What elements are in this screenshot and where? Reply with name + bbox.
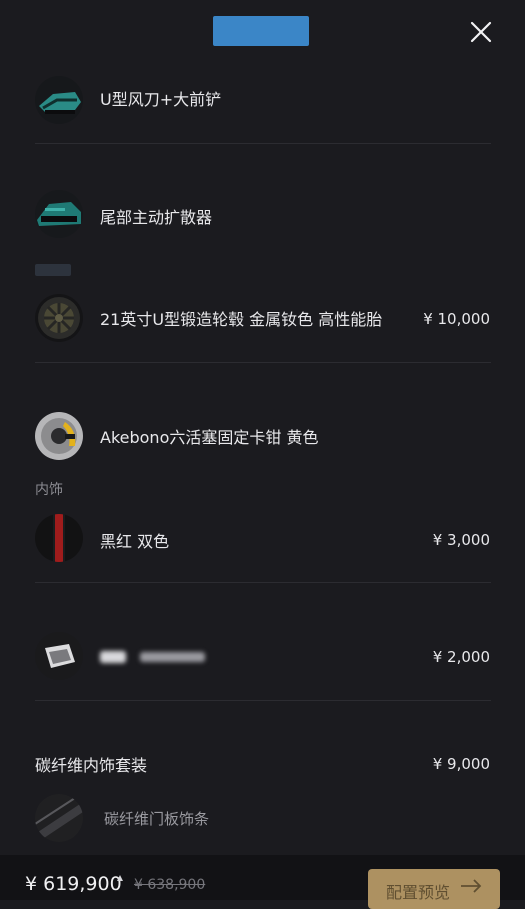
option-row[interactable]: ¥ 2,000 <box>0 626 525 686</box>
caliper-thumbnail <box>35 412 83 460</box>
option-label: 黑红 双色 <box>100 532 170 551</box>
wheel-thumbnail <box>35 294 83 342</box>
option-row[interactable]: 尾部主动扩散器 <box>0 186 525 246</box>
option-label: Akebono六活塞固定卡钳 黄色 <box>100 428 319 447</box>
option-row[interactable]: U型风刀+大前铲 <box>0 70 525 130</box>
thumbnail-fragment <box>35 264 71 276</box>
option-label: 21英寸U型锻造轮毂 金属钕色 高性能胎 <box>100 310 383 329</box>
section-title-interior: 内饰 <box>35 482 63 498</box>
config-preview-label: 配置预览 <box>385 883 450 902</box>
option-label: 尾部主动扩散器 <box>100 208 213 227</box>
divider <box>35 362 491 363</box>
carbon-thumbnail <box>35 794 83 842</box>
option-price: ¥ 10,000 <box>423 310 490 328</box>
option-row[interactable]: 碳纤维内饰套装 ¥ 9,000 <box>0 740 525 800</box>
close-button[interactable] <box>467 18 495 46</box>
interior-color-thumbnail <box>35 514 83 562</box>
bottom-bar: ¥ 619,900 ¥ 638,900 配置预览 <box>0 855 525 909</box>
package-label: 碳纤维内饰套装 <box>35 756 148 775</box>
option-price: ¥ 3,000 <box>432 531 490 549</box>
original-price: ¥ 638,900 <box>134 877 206 893</box>
close-icon <box>470 21 492 43</box>
option-price: ¥ 9,000 <box>432 755 490 773</box>
divider <box>35 582 491 583</box>
divider <box>35 143 491 144</box>
option-thumbnail <box>35 76 83 124</box>
config-preview-button[interactable]: 配置预览 <box>368 869 500 909</box>
sub-option-row: 碳纤维门板饰条 <box>0 792 525 852</box>
interior-option-thumbnail <box>35 632 83 680</box>
total-price: ¥ 619,900 <box>25 873 122 895</box>
redacted-title <box>213 16 309 46</box>
option-row[interactable]: 21英寸U型锻造轮毂 金属钕色 高性能胎 ¥ 10,000 <box>0 290 525 350</box>
option-row[interactable]: Akebono六活塞固定卡钳 黄色 <box>0 408 525 468</box>
cursor-icon <box>117 875 123 881</box>
arrow-right-icon <box>461 879 482 893</box>
option-row[interactable]: 黑红 双色 ¥ 3,000 <box>0 508 525 568</box>
sub-option-label: 碳纤维门板饰条 <box>104 810 210 828</box>
divider <box>35 700 491 701</box>
option-price: ¥ 2,000 <box>432 648 490 666</box>
option-label: U型风刀+大前铲 <box>100 90 222 109</box>
option-thumbnail <box>35 190 83 238</box>
redacted-option-label <box>100 648 210 666</box>
